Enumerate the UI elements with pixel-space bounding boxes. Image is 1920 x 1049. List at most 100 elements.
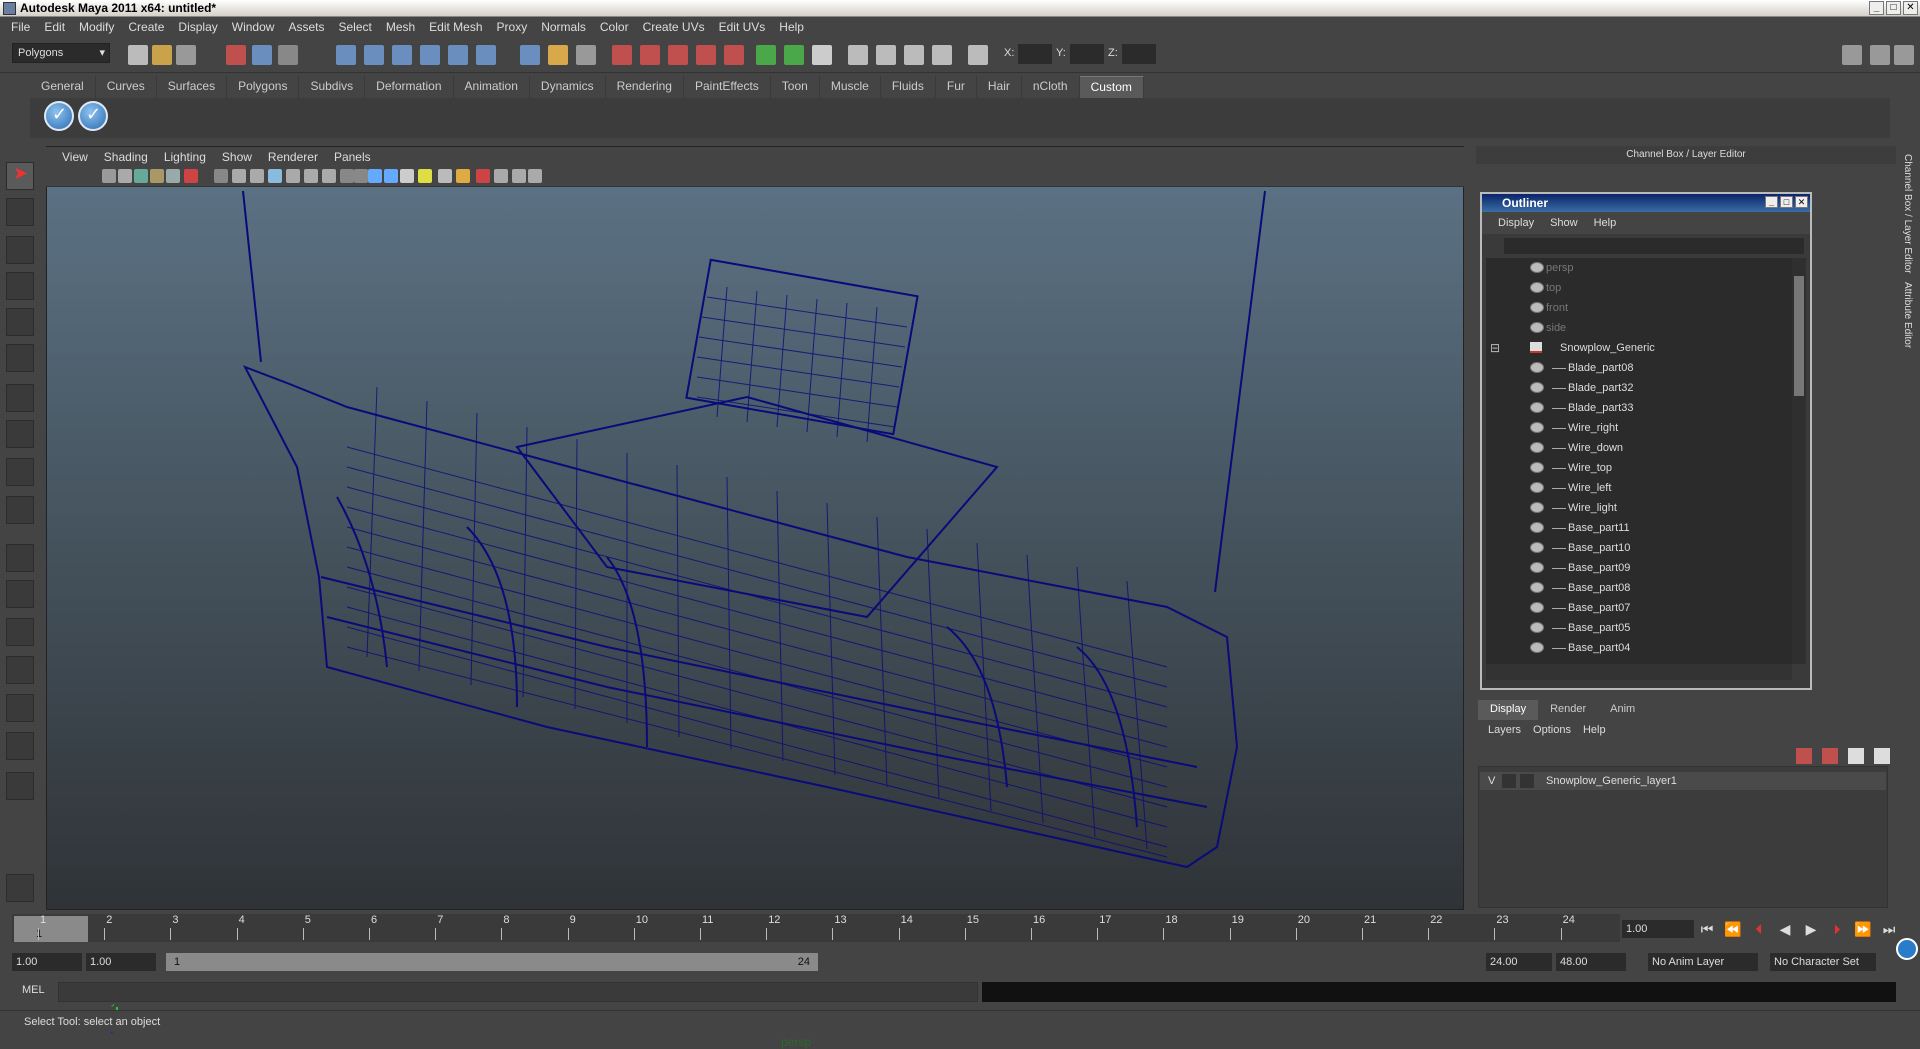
outliner-menu-help[interactable]: Help [1586, 217, 1625, 229]
hypershade-icon[interactable] [696, 45, 716, 65]
shelf-tab-hair[interactable]: Hair [977, 76, 1022, 98]
outliner-item-snowplow_generic[interactable]: ⊟ Snowplow_Generic [1486, 338, 1792, 358]
select-hierarchy-icon[interactable] [226, 45, 246, 65]
menu-mesh[interactable]: Mesh [379, 20, 422, 34]
playback-end-field[interactable]: 24.00 [1486, 953, 1552, 971]
layer-color-swatch[interactable] [1520, 774, 1534, 788]
viewport-toolbar-icon[interactable] [418, 169, 432, 183]
viewport-toolbar-icon[interactable] [528, 169, 542, 183]
select-component-icon[interactable] [278, 45, 298, 65]
paint-select-icon[interactable] [6, 236, 34, 264]
layer-tab-display[interactable]: Display [1478, 700, 1539, 720]
layer-tab-anim[interactable]: Anim [1598, 700, 1647, 720]
channel-box-side-tab[interactable]: Channel Box / Layer Editor [1900, 150, 1915, 278]
toggle-ui-icon[interactable] [756, 45, 776, 65]
viewport-menu-panels[interactable]: Panels [326, 150, 379, 164]
outliner-item-top[interactable]: top [1486, 278, 1792, 298]
outliner-maximize-button[interactable]: □ [1780, 196, 1793, 208]
menu-edit[interactable]: Edit [37, 20, 72, 34]
viewport-toolbar-icon[interactable] [286, 169, 300, 183]
play-forward-icon[interactable]: ▶ [1802, 921, 1820, 938]
shelf-tab-deformation[interactable]: Deformation [365, 76, 454, 98]
outliner-item-front[interactable]: front [1486, 298, 1792, 318]
y-field[interactable] [1070, 44, 1104, 64]
outliner-menu-display[interactable]: Display [1490, 217, 1542, 229]
viewport-toolbar-icon[interactable] [232, 169, 246, 183]
layer-visibility-toggle[interactable]: V [1488, 772, 1495, 790]
menu-edit-mesh[interactable]: Edit Mesh [422, 20, 489, 34]
outliner-menu-show[interactable]: Show [1542, 217, 1586, 229]
outliner-item-base_part11[interactable]: Base_part11 [1486, 518, 1792, 538]
layer-menu-help[interactable]: Help [1577, 724, 1612, 736]
outliner-item-wire_left[interactable]: Wire_left [1486, 478, 1792, 498]
attribute-editor-toggle-icon[interactable] [1894, 45, 1914, 65]
layer-playback-toggle[interactable] [1502, 774, 1516, 788]
outliner-item-base_part07[interactable]: Base_part07 [1486, 598, 1792, 618]
command-input[interactable] [58, 982, 978, 1002]
snap-plane-icon[interactable] [420, 45, 440, 65]
layer-row[interactable]: V Snowplow_Generic_layer1 [1480, 772, 1886, 790]
outliner-item-base_part10[interactable]: Base_part10 [1486, 538, 1792, 558]
autokey-icon[interactable] [1896, 938, 1918, 960]
outliner-item-wire_right[interactable]: Wire_right [1486, 418, 1792, 438]
show-manipulator-icon[interactable] [6, 458, 34, 486]
close-button[interactable]: ✕ [1903, 1, 1918, 15]
shelf-tab-painteffects[interactable]: PaintEffects [684, 76, 771, 98]
xray-icon[interactable] [904, 45, 924, 65]
viewport-toolbar-icon[interactable] [438, 169, 452, 183]
shelf-tab-toon[interactable]: Toon [771, 76, 820, 98]
layer-menu-layers[interactable]: Layers [1482, 724, 1527, 736]
menu-create[interactable]: Create [121, 20, 171, 34]
menu-select[interactable]: Select [331, 20, 378, 34]
viewport-toolbar-icon[interactable] [268, 169, 282, 183]
scale-tool-icon[interactable] [6, 344, 34, 372]
layout-icon[interactable] [1842, 45, 1862, 65]
outliner-item-side[interactable]: side [1486, 318, 1792, 338]
viewport-toolbar-icon[interactable] [102, 169, 116, 183]
menu-proxy[interactable]: Proxy [490, 20, 535, 34]
shelf-tab-curves[interactable]: Curves [96, 76, 157, 98]
playback-start-field[interactable]: 1.00 [86, 953, 156, 971]
outliner-filter-field[interactable] [1504, 238, 1804, 254]
viewport-menu-show[interactable]: Show [214, 150, 260, 164]
lasso-tool-icon[interactable] [6, 198, 34, 226]
shelf-tab-surfaces[interactable]: Surfaces [157, 76, 228, 98]
universal-manipulator-icon[interactable] [6, 384, 34, 412]
ipr-render-icon[interactable] [640, 45, 660, 65]
shelf-tab-polygons[interactable]: Polygons [227, 76, 300, 98]
character-set-dropdown[interactable]: No Character Set [1770, 953, 1876, 971]
new-scene-icon[interactable] [128, 45, 148, 65]
render-view-icon[interactable] [724, 45, 744, 65]
menu-create-uvs[interactable]: Create UVs [636, 20, 712, 34]
help-icon[interactable] [520, 45, 540, 65]
menu-file[interactable]: File [4, 20, 37, 34]
hypershade-persp-layout-icon[interactable] [6, 694, 34, 722]
outliner-minimize-button[interactable]: _ [1765, 196, 1778, 208]
anim-layer-dropdown[interactable]: No Anim Layer [1648, 953, 1758, 971]
outliner-item-blade_part08[interactable]: Blade_part08 [1486, 358, 1792, 378]
layer-menu-options[interactable]: Options [1527, 724, 1577, 736]
viewport-toolbar-icon[interactable] [476, 169, 490, 183]
isolate-icon[interactable] [932, 45, 952, 65]
toggle-panel-icon[interactable] [784, 45, 804, 65]
step-back-icon[interactable]: ⏪ [1724, 921, 1742, 938]
transform-input-icon[interactable] [968, 45, 988, 65]
step-forward-key-icon[interactable]: ⏵ [1828, 921, 1846, 938]
end-time-field[interactable]: 48.00 [1556, 953, 1626, 971]
lock-icon[interactable] [548, 45, 568, 65]
outliner-scrollbar[interactable] [1792, 258, 1806, 664]
viewport-menu-lighting[interactable]: Lighting [156, 150, 214, 164]
smooth-icon[interactable] [876, 45, 896, 65]
shelf-tab-general[interactable]: General [30, 76, 96, 98]
menu-edit-uvs[interactable]: Edit UVs [712, 20, 773, 34]
shelf-tab-subdivs[interactable]: Subdivs [299, 76, 366, 98]
viewport-toolbar-icon[interactable] [150, 169, 164, 183]
move-layer-down-icon[interactable] [1874, 748, 1890, 764]
new-layer-icon[interactable] [1796, 748, 1812, 764]
minimize-button[interactable]: _ [1869, 1, 1884, 15]
shelf-tab-animation[interactable]: Animation [454, 76, 530, 98]
viewport-toolbar-icon[interactable] [322, 169, 336, 183]
select-object-icon[interactable] [252, 45, 272, 65]
play-backward-icon[interactable]: ◀ [1776, 921, 1794, 938]
more-layouts-icon[interactable] [6, 772, 34, 800]
